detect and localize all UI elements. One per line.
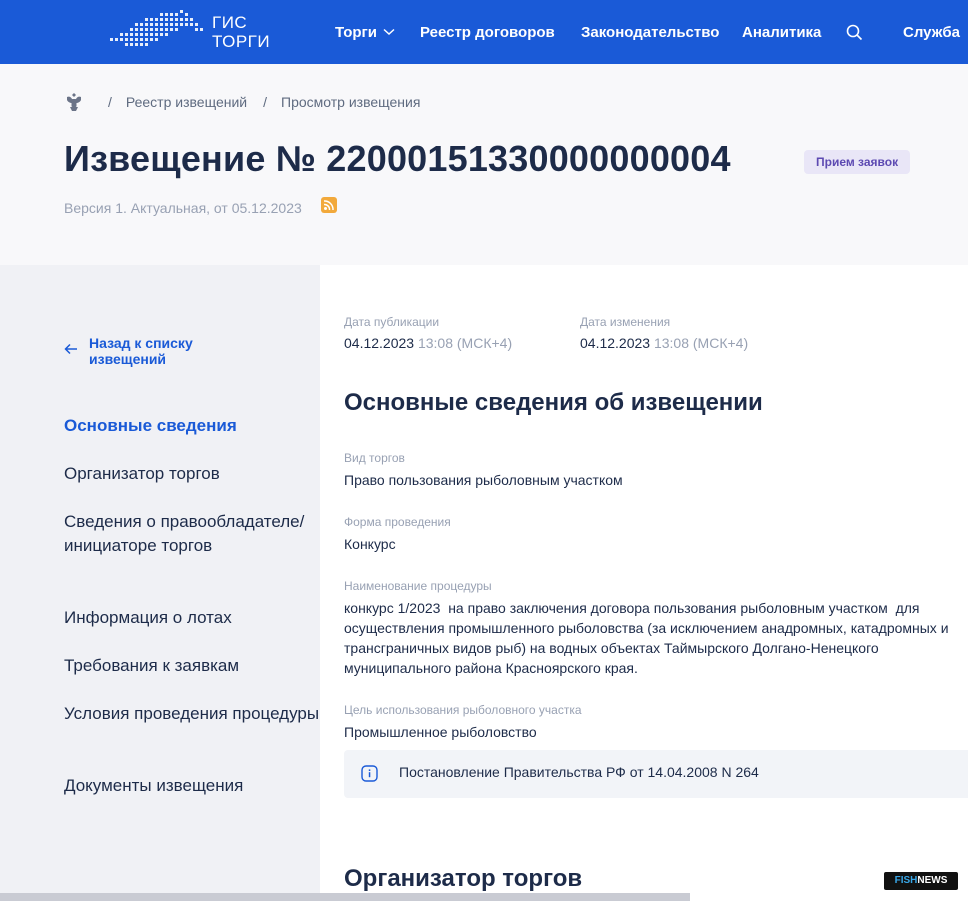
organizer-title: Организатор торгов — [344, 865, 583, 892]
published-date: 04.12.2023 — [344, 335, 415, 351]
nav-sluzhba[interactable]: Служба — [903, 0, 960, 64]
info-note-box: Постановление Правительства РФ от 14.04.… — [344, 750, 968, 798]
changed-date: 04.12.2023 — [580, 335, 651, 351]
arrow-left-icon — [64, 343, 77, 355]
field-label-auction-type: Вид торгов — [344, 451, 405, 465]
fishnews-watermark: FISHNEWS — [884, 872, 958, 890]
info-icon — [361, 765, 378, 782]
emblem-home-icon[interactable] — [64, 91, 84, 113]
watermark-news: NEWS — [917, 875, 948, 886]
published-label: Дата публикации — [344, 315, 440, 329]
breadcrumb: / Реестр извещений / Просмотр извещения — [64, 91, 420, 113]
nav-torgi[interactable]: Торги — [335, 0, 395, 64]
changed-time: 13:08 (МСК+4) — [653, 335, 749, 351]
breadcrumb-reestr-izveshcheniy[interactable]: Реестр извещений — [126, 94, 247, 110]
field-value-procedure-name: конкурс 1/2023 на право заключения догов… — [344, 600, 953, 676]
nav-torgi-label: Торги — [335, 23, 378, 41]
sidebar-item-documents[interactable]: Документы извещения — [64, 774, 320, 798]
sidebar-item-requirements[interactable]: Требования к заявкам — [64, 654, 320, 678]
back-to-list-link[interactable]: Назад к списку извещений — [64, 335, 229, 367]
search-button[interactable] — [846, 0, 863, 64]
field-value-auction-type: Право пользования рыболовным участком — [344, 472, 623, 488]
sidebar-item-organizer[interactable]: Организатор торгов — [64, 462, 320, 486]
field-label-usage-purpose: Цель использования рыболовного участка — [344, 703, 582, 717]
main-info-title: Основные сведения об извещении — [344, 389, 763, 416]
sidebar-item-conditions[interactable]: Условия проведения процедуры — [64, 702, 320, 726]
nav-zakonodatelstvo[interactable]: Законодательство — [581, 0, 719, 64]
chevron-down-icon — [383, 28, 395, 36]
breadcrumb-separator: / — [108, 94, 112, 110]
nav-reestr-dogovorov[interactable]: Реестр договоров — [420, 0, 555, 64]
logo-text[interactable]: ГИС ТОРГИ — [212, 13, 270, 51]
notice-content: Дата публикации 04.12.2023 13:08 (МСК+4)… — [320, 265, 968, 901]
rss-icon — [323, 200, 334, 211]
version-info: Версия 1. Актуальная, от 05.12.2023 — [64, 200, 302, 216]
sidebar-item-lots[interactable]: Информация о лотах — [64, 606, 320, 630]
top-header: ГИС ТОРГИ Торги Реестр договоров Законод… — [0, 0, 968, 64]
field-value-form: Конкурс — [344, 536, 396, 552]
logo-line-torgi: ТОРГИ — [212, 32, 271, 51]
sidebar-item-main-info[interactable]: Основные сведения — [64, 414, 320, 438]
published-datetime: 04.12.2023 13:08 (МСК+4) — [344, 335, 512, 351]
search-icon — [846, 24, 863, 40]
horizontal-scrollbar[interactable] — [0, 893, 690, 901]
field-label-procedure-name: Наименование процедуры — [344, 579, 492, 593]
russia-map-logo-icon[interactable] — [108, 8, 208, 54]
published-time: 13:08 (МСК+4) — [417, 335, 513, 351]
page-title: Извещение № 22000151330000000004 — [64, 138, 731, 179]
breadcrumb-separator: / — [263, 94, 267, 110]
section-sidebar: Назад к списку извещений Основные сведен… — [0, 265, 320, 901]
logo-line-gis: ГИС — [212, 13, 248, 32]
info-note-text: Постановление Правительства РФ от 14.04.… — [399, 764, 759, 780]
watermark-fish: FISH — [894, 875, 918, 886]
changed-label: Дата изменения — [580, 315, 671, 329]
back-to-list-label: Назад к списку извещений — [89, 335, 193, 367]
notice-title-area: / Реестр извещений / Просмотр извещения … — [0, 64, 968, 265]
sidebar-item-rightholder[interactable]: Сведения о правообладателе/инициаторе то… — [64, 510, 320, 558]
field-label-form: Форма проведения — [344, 515, 451, 529]
nav-analitika[interactable]: Аналитика — [742, 0, 821, 64]
status-badge: Прием заявок — [804, 150, 911, 174]
rss-button[interactable] — [321, 197, 337, 213]
breadcrumb-current: Просмотр извещения — [281, 94, 421, 110]
changed-datetime: 04.12.2023 13:08 (МСК+4) — [580, 335, 748, 351]
field-value-usage-purpose: Промышленное рыболовство — [344, 724, 537, 740]
